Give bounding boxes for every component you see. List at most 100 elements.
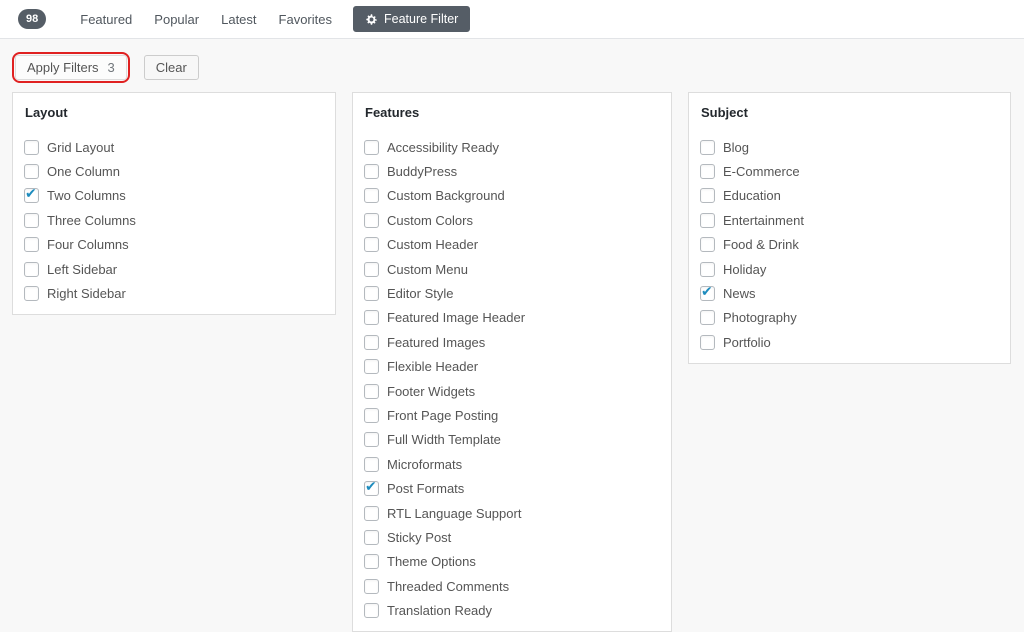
filter-option[interactable]: Custom Menu bbox=[364, 257, 660, 281]
checkbox-unchecked[interactable] bbox=[364, 286, 379, 301]
filter-option[interactable]: Blog bbox=[700, 135, 999, 159]
filter-option[interactable]: Custom Colors bbox=[364, 208, 660, 232]
filter-option-label: Translation Ready bbox=[387, 603, 492, 618]
filter-option[interactable]: E-Commerce bbox=[700, 159, 999, 183]
filter-option[interactable]: Flexible Header bbox=[364, 355, 660, 379]
checkbox-unchecked[interactable] bbox=[700, 140, 715, 155]
checkbox-unchecked[interactable] bbox=[364, 335, 379, 350]
filter-option[interactable]: Four Columns bbox=[24, 233, 324, 257]
checkbox-unchecked[interactable] bbox=[364, 408, 379, 423]
checkbox-unchecked[interactable] bbox=[364, 554, 379, 569]
filter-option-label: Front Page Posting bbox=[387, 408, 498, 423]
filter-option[interactable]: Three Columns bbox=[24, 208, 324, 232]
checkbox-unchecked[interactable] bbox=[364, 603, 379, 618]
filter-option-label: Left Sidebar bbox=[47, 262, 117, 277]
checkbox-unchecked[interactable] bbox=[364, 359, 379, 374]
checkbox-unchecked[interactable] bbox=[700, 213, 715, 228]
filter-option[interactable]: Portfolio bbox=[700, 330, 999, 354]
filter-option[interactable]: Custom Header bbox=[364, 233, 660, 257]
apply-filters-button[interactable]: Apply Filters 3 bbox=[15, 55, 127, 80]
checkbox-unchecked[interactable] bbox=[364, 506, 379, 521]
checkbox-unchecked[interactable] bbox=[364, 310, 379, 325]
filter-option[interactable]: Translation Ready bbox=[364, 598, 660, 622]
filter-option[interactable]: Grid Layout bbox=[24, 135, 324, 159]
filter-option[interactable]: Front Page Posting bbox=[364, 403, 660, 427]
filter-option-label: Holiday bbox=[723, 262, 766, 277]
tab-favorites[interactable]: Favorites bbox=[268, 12, 343, 27]
filter-option-label: RTL Language Support bbox=[387, 506, 521, 521]
filter-option[interactable]: ✔Post Formats bbox=[364, 476, 660, 500]
checkbox-unchecked[interactable] bbox=[700, 188, 715, 203]
filter-option[interactable]: Education bbox=[700, 184, 999, 208]
checkbox-unchecked[interactable] bbox=[364, 140, 379, 155]
checkbox-unchecked[interactable] bbox=[364, 237, 379, 252]
filter-option[interactable]: Accessibility Ready bbox=[364, 135, 660, 159]
filter-option[interactable]: ✔ News bbox=[700, 281, 999, 305]
checkbox-unchecked[interactable] bbox=[364, 457, 379, 472]
filter-option[interactable]: Holiday bbox=[700, 257, 999, 281]
checkbox-unchecked[interactable] bbox=[700, 310, 715, 325]
apply-filters-label: Apply Filters bbox=[27, 60, 99, 75]
checkbox-unchecked[interactable] bbox=[364, 213, 379, 228]
checkbox-unchecked[interactable] bbox=[364, 432, 379, 447]
filter-option-label: Footer Widgets bbox=[387, 384, 475, 399]
filter-option[interactable]: Custom Background bbox=[364, 184, 660, 208]
filter-option[interactable]: Footer Widgets bbox=[364, 379, 660, 403]
checkbox-unchecked[interactable] bbox=[364, 384, 379, 399]
tab-latest[interactable]: Latest bbox=[210, 12, 267, 27]
filter-option-label: Blog bbox=[723, 140, 749, 155]
checkbox-unchecked[interactable] bbox=[364, 262, 379, 277]
tab-featured[interactable]: Featured bbox=[69, 12, 143, 27]
panel-title: Layout bbox=[25, 105, 324, 121]
checkbox-unchecked[interactable] bbox=[364, 579, 379, 594]
filter-option[interactable]: BuddyPress bbox=[364, 159, 660, 183]
checkbox-unchecked[interactable] bbox=[364, 530, 379, 545]
theme-count-badge: 98 bbox=[18, 9, 46, 29]
filter-option-label: Threaded Comments bbox=[387, 579, 509, 594]
filter-option[interactable]: Editor Style bbox=[364, 281, 660, 305]
checkbox-checked[interactable]: ✔ bbox=[700, 286, 715, 301]
filter-option-label: Theme Options bbox=[387, 554, 476, 569]
checkbox-unchecked[interactable] bbox=[700, 335, 715, 350]
filter-option[interactable]: Food & Drink bbox=[700, 233, 999, 257]
checkbox-checked[interactable]: ✔ bbox=[24, 188, 39, 203]
filter-option[interactable]: Theme Options bbox=[364, 550, 660, 574]
checkbox-unchecked[interactable] bbox=[24, 164, 39, 179]
filter-option[interactable]: Sticky Post bbox=[364, 525, 660, 549]
filter-option[interactable]: Featured Image Header bbox=[364, 306, 660, 330]
tab-popular[interactable]: Popular bbox=[143, 12, 210, 27]
filter-option[interactable]: ✔Two Columns bbox=[24, 184, 324, 208]
checkbox-unchecked[interactable] bbox=[700, 237, 715, 252]
checkmark-icon: ✔ bbox=[701, 284, 713, 298]
filter-option[interactable]: Microformats bbox=[364, 452, 660, 476]
feature-filter-button[interactable]: Feature Filter bbox=[353, 6, 470, 32]
filter-option[interactable]: Photography bbox=[700, 306, 999, 330]
filter-option[interactable]: Full Width Template bbox=[364, 428, 660, 452]
filter-option[interactable]: Entertainment bbox=[700, 208, 999, 232]
filter-option[interactable]: One Column bbox=[24, 159, 324, 183]
filter-option[interactable]: RTL Language Support bbox=[364, 501, 660, 525]
checkmark-icon: ✔ bbox=[25, 186, 37, 200]
filter-option-label: News bbox=[723, 286, 756, 301]
checkbox-unchecked[interactable] bbox=[364, 164, 379, 179]
filter-panel-layout: Layout Grid LayoutOne Column✔Two ColumnsT… bbox=[12, 92, 336, 315]
checkbox-unchecked[interactable] bbox=[24, 262, 39, 277]
checkbox-checked[interactable]: ✔ bbox=[364, 481, 379, 496]
annotation-highlight-box: Apply Filters 3 bbox=[12, 52, 130, 83]
filter-option-label: Accessibility Ready bbox=[387, 140, 499, 155]
filter-option-label: Custom Background bbox=[387, 188, 505, 203]
filter-option-label: Custom Colors bbox=[387, 213, 473, 228]
checkbox-unchecked[interactable] bbox=[24, 140, 39, 155]
checkbox-unchecked[interactable] bbox=[24, 213, 39, 228]
checkbox-unchecked[interactable] bbox=[700, 262, 715, 277]
filter-option[interactable]: Featured Images bbox=[364, 330, 660, 354]
checkbox-unchecked[interactable] bbox=[700, 164, 715, 179]
filter-option[interactable]: Threaded Comments bbox=[364, 574, 660, 598]
clear-filters-button[interactable]: Clear bbox=[144, 55, 199, 80]
filter-option[interactable]: Right Sidebar bbox=[24, 281, 324, 305]
checkbox-unchecked[interactable] bbox=[24, 237, 39, 252]
checkbox-unchecked[interactable] bbox=[364, 188, 379, 203]
filter-option[interactable]: Left Sidebar bbox=[24, 257, 324, 281]
panel-title: Features bbox=[365, 105, 660, 121]
checkbox-unchecked[interactable] bbox=[24, 286, 39, 301]
